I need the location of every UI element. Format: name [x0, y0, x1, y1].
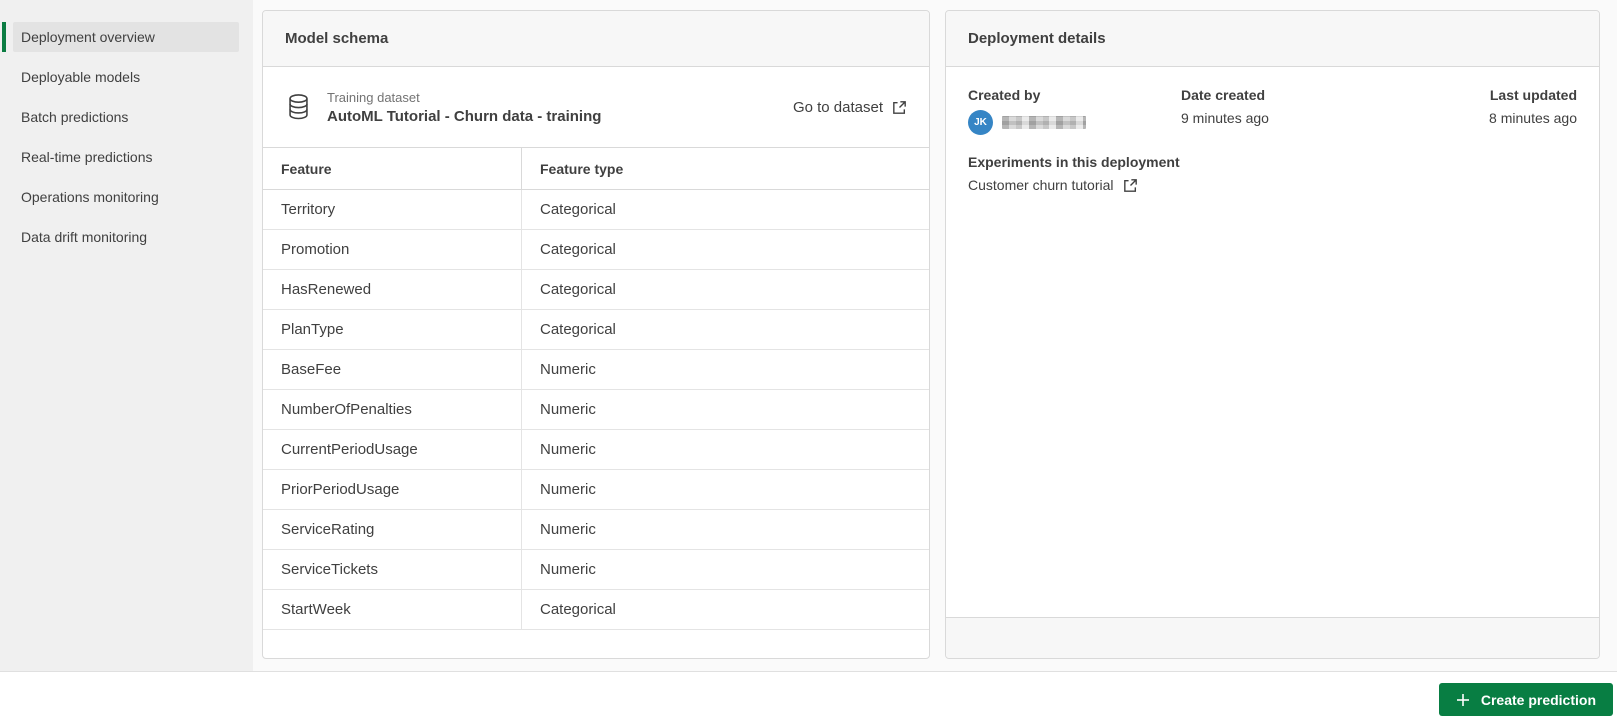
feature-type: Numeric	[540, 441, 596, 458]
date-created-value: 9 minutes ago	[1181, 110, 1269, 126]
created-by-section: Created by JK	[968, 87, 1181, 135]
table-row: Promotion Categorical	[263, 230, 929, 270]
experiment-name: Customer churn tutorial	[968, 177, 1114, 193]
feature-name: ServiceTickets	[263, 550, 522, 589]
sidebar-item-data-drift-monitoring[interactable]: Data drift monitoring	[0, 217, 253, 257]
sidebar-item-deployable-models[interactable]: Deployable models	[0, 57, 253, 97]
sidebar-item-real-time-predictions[interactable]: Real-time predictions	[0, 137, 253, 177]
last-updated-value: 8 minutes ago	[1489, 110, 1577, 126]
plus-icon	[1456, 693, 1470, 707]
database-icon	[285, 92, 312, 122]
feature-name: PriorPeriodUsage	[263, 470, 522, 509]
sidebar-item-label: Batch predictions	[21, 109, 129, 125]
feature-name: StartWeek	[263, 590, 522, 629]
deployment-details-grid: Created by JK Date created 9 minutes ago…	[968, 87, 1577, 135]
table-row: Territory Categorical	[263, 190, 929, 230]
feature-table: Feature Feature type Territory Categoric…	[263, 147, 929, 658]
feature-type: Categorical	[540, 321, 616, 338]
last-updated-label: Last updated	[1489, 87, 1577, 103]
feature-name: ServiceRating	[263, 510, 522, 549]
created-by-label: Created by	[968, 87, 1041, 103]
training-dataset-label: Training dataset	[327, 89, 420, 105]
feature-type: Categorical	[540, 601, 616, 618]
feature-type: Categorical	[540, 241, 616, 258]
deployment-details-body: Created by JK Date created 9 minutes ago…	[946, 67, 1599, 617]
feature-type: Numeric	[540, 401, 596, 418]
experiment-link[interactable]: Customer churn tutorial	[968, 177, 1138, 193]
table-row: HasRenewed Categorical	[263, 270, 929, 310]
content-area: Model schema Training dataset AutoML Tut…	[253, 0, 1617, 671]
last-updated-section: Last updated 8 minutes ago	[1489, 87, 1577, 135]
feature-table-header: Feature Feature type	[263, 148, 929, 190]
sidebar-item-batch-predictions[interactable]: Batch predictions	[0, 97, 253, 137]
training-dataset-name: AutoML Tutorial - Churn data - training	[327, 107, 602, 125]
deployment-details-footer	[946, 617, 1599, 658]
model-schema-card-title: Model schema	[263, 11, 929, 67]
external-link-icon	[1123, 178, 1138, 193]
selected-indicator-bar	[2, 22, 6, 52]
create-prediction-label: Create prediction	[1480, 691, 1596, 708]
sidebar-item-operations-monitoring[interactable]: Operations monitoring	[0, 177, 253, 217]
table-row: StartWeek Categorical	[263, 590, 929, 630]
feature-name: HasRenewed	[263, 270, 522, 309]
model-schema-card: Model schema Training dataset AutoML Tut…	[262, 10, 930, 659]
feature-type: Numeric	[540, 561, 596, 578]
go-to-dataset-link[interactable]: Go to dataset	[793, 99, 907, 116]
sidebar-item-label: Data drift monitoring	[21, 229, 148, 245]
feature-type: Categorical	[540, 281, 616, 298]
training-dataset-row: Training dataset AutoML Tutorial - Churn…	[263, 67, 929, 147]
column-header-feature-type: Feature type	[540, 160, 624, 177]
sidebar-item-label: Deployment overview	[13, 22, 239, 52]
main-region: Deployment overview Deployable models Ba…	[0, 0, 1617, 672]
action-bar: Create prediction	[0, 672, 1617, 727]
automl-deployment-page: Deployment overview Deployable models Ba…	[0, 0, 1617, 727]
experiments-section: Experiments in this deployment Customer …	[968, 154, 1577, 193]
creator-name-redacted	[1002, 116, 1086, 129]
sidebar: Deployment overview Deployable models Ba…	[0, 0, 253, 671]
date-created-label: Date created	[1181, 87, 1266, 103]
external-link-icon	[892, 100, 907, 115]
date-created-section: Date created 9 minutes ago	[1181, 87, 1489, 135]
table-row: BaseFee Numeric	[263, 350, 929, 390]
feature-name: NumberOfPenalties	[263, 390, 522, 429]
table-row: CurrentPeriodUsage Numeric	[263, 430, 929, 470]
sidebar-item-label: Real-time predictions	[21, 149, 153, 165]
feature-type: Numeric	[540, 521, 596, 538]
table-row: ServiceRating Numeric	[263, 510, 929, 550]
table-row: PriorPeriodUsage Numeric	[263, 470, 929, 510]
experiments-label: Experiments in this deployment	[968, 154, 1180, 170]
avatar: JK	[968, 110, 993, 135]
feature-type: Categorical	[540, 201, 616, 218]
sidebar-item-label: Deployable models	[21, 69, 141, 85]
feature-type: Numeric	[540, 361, 596, 378]
table-row: NumberOfPenalties Numeric	[263, 390, 929, 430]
go-to-dataset-label: Go to dataset	[792, 98, 883, 116]
table-row: PlanType Categorical	[263, 310, 929, 350]
feature-name: PlanType	[263, 310, 522, 349]
feature-name: Promotion	[263, 230, 522, 269]
training-dataset-info: Training dataset AutoML Tutorial - Churn…	[327, 90, 601, 125]
column-header-feature: Feature	[263, 148, 522, 189]
feature-type: Numeric	[540, 481, 596, 498]
create-prediction-button[interactable]: Create prediction	[1438, 683, 1613, 716]
deployment-details-card-title: Deployment details	[946, 11, 1599, 67]
creator-identity: JK	[968, 110, 1181, 135]
feature-name: Territory	[263, 190, 522, 229]
feature-name: BaseFee	[263, 350, 522, 389]
feature-name: CurrentPeriodUsage	[263, 430, 522, 469]
table-footer-spacer	[263, 630, 929, 658]
deployment-details-card: Deployment details Created by JK Date cr…	[945, 10, 1600, 659]
sidebar-item-label: Operations monitoring	[21, 189, 159, 205]
sidebar-item-deployment-overview[interactable]: Deployment overview	[0, 17, 253, 57]
table-row: ServiceTickets Numeric	[263, 550, 929, 590]
